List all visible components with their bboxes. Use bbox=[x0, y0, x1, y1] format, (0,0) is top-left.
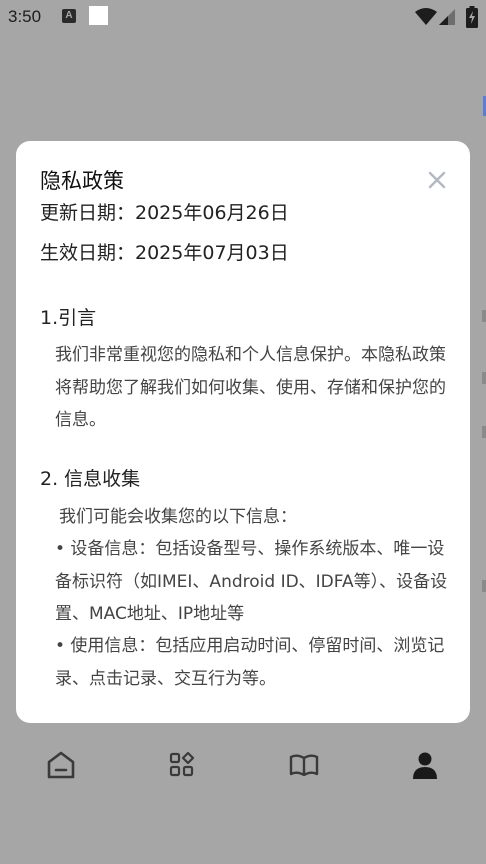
privacy-policy-dialog: 隐私政策 更新日期：2025年06月26日 生效日期：2025年07月03日 1… bbox=[16, 141, 470, 723]
background-edge-mark bbox=[482, 310, 486, 322]
section-heading-info-collection: 2. 信息收集 bbox=[40, 468, 141, 490]
updated-date: 更新日期：2025年06月26日 bbox=[40, 202, 289, 224]
background-edge-mark bbox=[482, 426, 486, 438]
white-square-icon bbox=[89, 6, 108, 25]
effective-date: 生效日期：2025年07月03日 bbox=[40, 242, 289, 264]
close-icon[interactable] bbox=[426, 169, 448, 191]
apps-icon bbox=[169, 751, 195, 777]
tab-profile[interactable] bbox=[395, 737, 455, 797]
bottom-tab-bar bbox=[0, 737, 486, 797]
home-icon bbox=[47, 751, 75, 779]
battery-charging-icon bbox=[466, 6, 478, 28]
a-notification-icon: A bbox=[62, 9, 76, 23]
signal-icon bbox=[439, 9, 455, 25]
wifi-icon bbox=[415, 8, 437, 25]
section-heading-introduction: 1.引言 bbox=[40, 307, 97, 329]
profile-icon bbox=[413, 752, 437, 779]
bullet-device-info: • 设备信息：包括设备型号、操作系统版本、唯一设备标识符（如IMEI、Andro… bbox=[55, 539, 448, 624]
book-icon bbox=[289, 754, 319, 777]
status-bar: 3:50 A bbox=[0, 0, 486, 34]
tab-book[interactable] bbox=[274, 737, 334, 797]
section-paragraph: 我们非常重视您的隐私和个人信息保护。本隐私政策将帮助您了解我们如何收集、使用、存… bbox=[55, 345, 446, 430]
status-time: 3:50 bbox=[8, 7, 42, 26]
bullet-usage-info: • 使用信息：包括应用启动时间、停留时间、浏览记录、点击记录、交互行为等。 bbox=[55, 636, 445, 689]
background-edge-mark bbox=[482, 580, 486, 592]
section-paragraph: 我们可能会收集您的以下信息： bbox=[59, 507, 297, 527]
tab-apps[interactable] bbox=[152, 737, 212, 797]
dialog-title: 隐私政策 bbox=[40, 169, 124, 193]
tab-home[interactable] bbox=[31, 737, 91, 797]
background-edge-mark bbox=[482, 372, 486, 384]
